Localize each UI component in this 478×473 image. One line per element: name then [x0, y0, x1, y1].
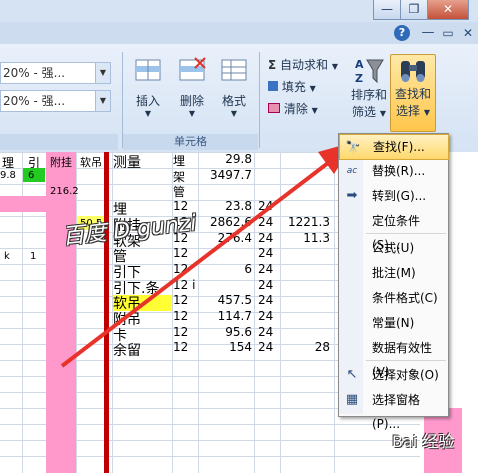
menu-item-label: 替换(R)...: [372, 164, 426, 178]
menu-item-0[interactable]: 🔭 查找(F)...: [339, 134, 449, 160]
menu-item-10[interactable]: ▦ 选择窗格(P)...: [339, 388, 447, 431]
menu-separator: [366, 360, 446, 361]
menu-item-5[interactable]: 批注(M): [339, 261, 447, 285]
menu-item-1[interactable]: ac 替换(R)...: [339, 159, 447, 183]
menu-item-label: 转到(G)...: [372, 189, 427, 203]
menu-item-label: 常量(N): [372, 316, 415, 330]
menu-item-8[interactable]: 数据有效性(V): [339, 336, 447, 379]
menu-item-9[interactable]: ↖ 选择对象(O): [339, 363, 447, 387]
menu-item-3[interactable]: 定位条件(S)...: [339, 209, 447, 252]
menu-separator: [366, 233, 446, 234]
menu-item-label: 条件格式(C): [372, 291, 438, 305]
menu-item-6[interactable]: 条件格式(C): [339, 286, 447, 310]
menu-item-label: 选择窗格(P)...: [372, 393, 421, 431]
menu-item-label: 查找(F)...: [373, 140, 425, 154]
binoculars-icon: 🔭: [345, 140, 361, 154]
cursor-icon: ↖: [346, 367, 358, 382]
menu-item-label: 批注(M): [372, 266, 416, 280]
menu-item-4[interactable]: 公式(U): [339, 236, 447, 260]
menu-item-7[interactable]: 常量(N): [339, 311, 447, 335]
selection-pane-icon: ▦: [345, 392, 359, 407]
arrow-right-icon: ➡: [346, 188, 358, 203]
menu-item-label: 选择对象(O): [372, 368, 439, 382]
menu-item-2[interactable]: ➡ 转到(G)...: [339, 184, 447, 208]
replace-icon: ac: [346, 166, 358, 176]
menu-item-label: 公式(U): [372, 241, 415, 255]
